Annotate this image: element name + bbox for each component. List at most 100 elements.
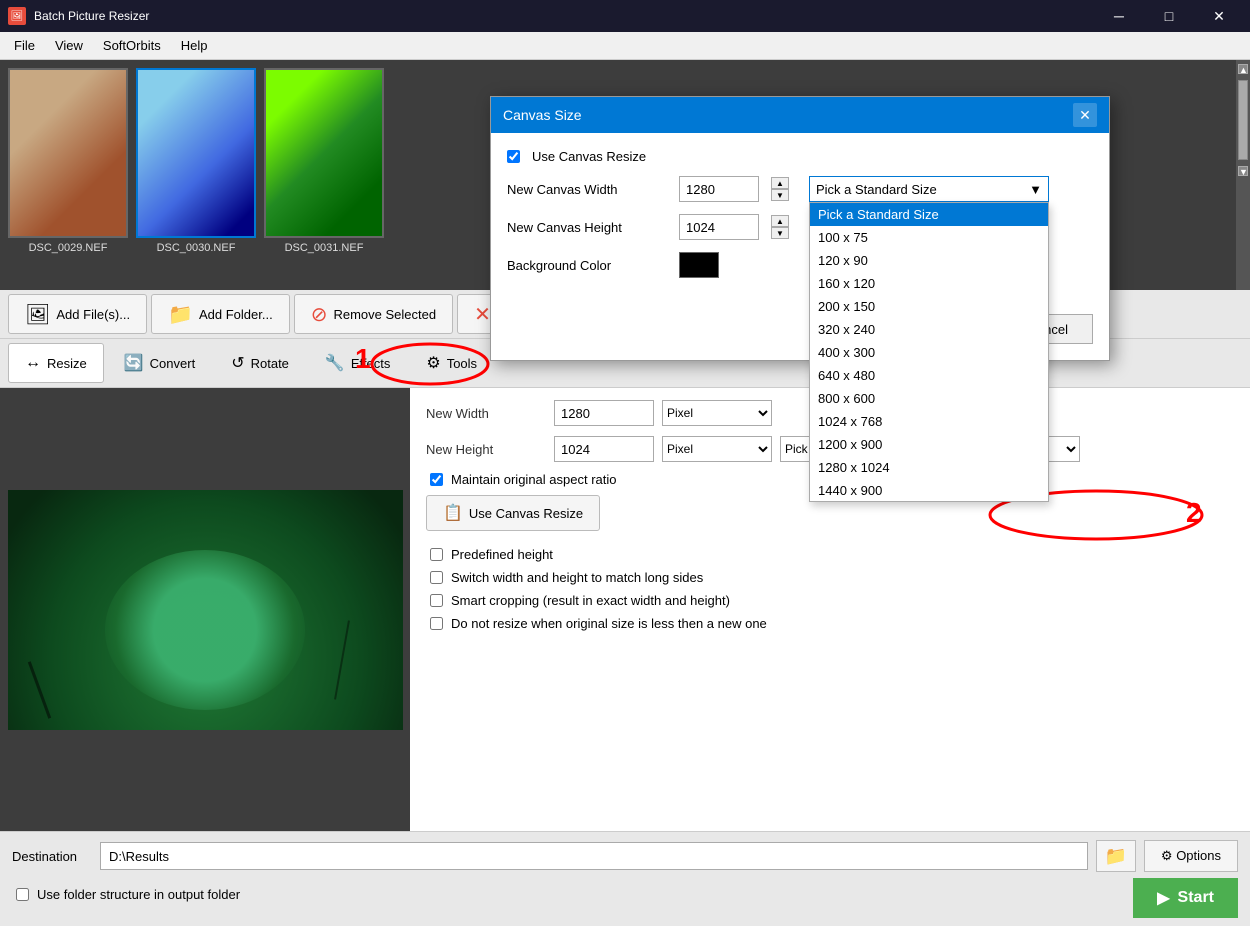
width-spinner: ▲ ▼	[771, 177, 789, 201]
dropdown-item-0[interactable]: Pick a Standard Size	[810, 203, 1048, 226]
close-button[interactable]: ✕	[1196, 0, 1242, 32]
dropdown-item-12[interactable]: 1440 x 900	[810, 479, 1048, 502]
no-resize-label: Do not resize when original size is less…	[451, 616, 767, 631]
width-up-button[interactable]: ▲	[771, 177, 789, 189]
canvas-icon: 📋	[443, 503, 463, 523]
menu-bar: File View SoftOrbits Help	[0, 32, 1250, 60]
thumb-0[interactable]: DSC_0029.NEF	[8, 68, 128, 254]
app-icon: 🖼	[8, 7, 26, 25]
dialog-use-canvas-row: Use Canvas Resize	[507, 149, 1093, 164]
dialog-width-label: New Canvas Width	[507, 182, 667, 197]
no-resize-checkbox[interactable]	[430, 617, 443, 630]
bottom-controls-row: Use folder structure in output folder ▶ …	[12, 878, 1238, 918]
options-button[interactable]: ⚙ Options	[1144, 840, 1238, 872]
scrollbar[interactable]: ▲ ▼	[1236, 60, 1250, 290]
add-folder-label: Add Folder...	[199, 307, 273, 322]
no-resize-row: Do not resize when original size is less…	[426, 616, 1234, 631]
tools-icon: ⚙	[426, 353, 440, 373]
dialog-width-input[interactable]	[679, 176, 759, 202]
thumb-1[interactable]: DSC_0030.NEF	[136, 68, 256, 254]
height-spinner: ▲ ▼	[771, 215, 789, 239]
folder-structure-row: Use folder structure in output folder	[12, 887, 240, 902]
bg-color-swatch[interactable]	[679, 252, 719, 278]
folder-icon: 📁	[168, 302, 193, 327]
chevron-down-icon: ▼	[1029, 182, 1042, 197]
predefined-height-label: Predefined height	[451, 547, 553, 562]
dropdown-item-9[interactable]: 1024 x 768	[810, 410, 1048, 433]
folder-structure-checkbox[interactable]	[16, 888, 29, 901]
menu-view[interactable]: View	[45, 34, 93, 57]
menu-file[interactable]: File	[4, 34, 45, 57]
dropdown-item-2[interactable]: 120 x 90	[810, 249, 1048, 272]
dropdown-item-4[interactable]: 200 x 150	[810, 295, 1048, 318]
maintain-aspect-label: Maintain original aspect ratio	[451, 472, 616, 487]
thumb-img-0	[8, 68, 128, 238]
dropdown-header[interactable]: Pick a Standard Size ▼	[809, 176, 1049, 202]
thumb-img-2	[264, 68, 384, 238]
maximize-button[interactable]: □	[1146, 0, 1192, 32]
start-button[interactable]: ▶ Start	[1133, 878, 1238, 918]
height-label: New Height	[426, 442, 546, 457]
dialog-use-canvas-checkbox[interactable]	[507, 150, 520, 163]
dialog-close-button[interactable]: ✕	[1073, 103, 1097, 127]
tab-rotate[interactable]: ↺ Rotate	[215, 343, 305, 383]
smart-crop-label: Smart cropping (result in exact width an…	[451, 593, 730, 608]
dropdown-list[interactable]: Pick a Standard Size 100 x 75 120 x 90 1…	[809, 202, 1049, 502]
dropdown-item-3[interactable]: 160 x 120	[810, 272, 1048, 295]
app-title: Batch Picture Resizer	[34, 9, 1088, 23]
thumb-label-1: DSC_0030.NEF	[157, 242, 236, 254]
dropdown-item-11[interactable]: 1280 x 1024	[810, 456, 1048, 479]
width-input[interactable]	[554, 400, 654, 426]
main-image	[8, 490, 403, 730]
tab-effects[interactable]: 🔧 Effects	[309, 343, 406, 383]
bottom-bar: Destination 📁 ⚙ Options Use folder struc…	[0, 831, 1250, 926]
dropdown-item-7[interactable]: 640 x 480	[810, 364, 1048, 387]
switch-row: Switch width and height to match long si…	[426, 570, 1234, 585]
thumb-2[interactable]: DSC_0031.NEF	[264, 68, 384, 254]
add-files-label: Add File(s)...	[56, 307, 130, 322]
height-up-button[interactable]: ▲	[771, 215, 789, 227]
add-files-button[interactable]: 🖼 Add File(s)...	[8, 294, 147, 334]
dropdown-item-6[interactable]: 400 x 300	[810, 341, 1048, 364]
height-unit-select[interactable]: Pixel Percent	[662, 436, 772, 462]
dropdown-item-5[interactable]: 320 x 240	[810, 318, 1048, 341]
smart-crop-row: Smart cropping (result in exact width an…	[426, 593, 1234, 608]
resize-icon: ↔	[25, 354, 41, 372]
thumb-label-0: DSC_0029.NEF	[29, 242, 108, 254]
effects-icon: 🔧	[325, 353, 345, 373]
tab-resize[interactable]: ↔ Resize	[8, 343, 104, 383]
destination-input[interactable]	[100, 842, 1088, 870]
width-down-button[interactable]: ▼	[771, 189, 789, 201]
remove-all-icon: ✕	[474, 302, 491, 327]
switch-label: Switch width and height to match long si…	[451, 570, 703, 585]
thumb-img-1	[136, 68, 256, 238]
use-canvas-resize-button[interactable]: 📋 Use Canvas Resize	[426, 495, 600, 531]
add-folder-button[interactable]: 📁 Add Folder...	[151, 294, 290, 334]
predefined-height-checkbox[interactable]	[430, 548, 443, 561]
maintain-aspect-checkbox[interactable]	[430, 473, 443, 486]
dialog-width-row: New Canvas Width ▲ ▼ Pick a Standard Siz…	[507, 176, 1093, 202]
dropdown-selected-label: Pick a Standard Size	[816, 182, 937, 197]
menu-help[interactable]: Help	[171, 34, 218, 57]
dialog-use-canvas-label: Use Canvas Resize	[532, 149, 646, 164]
width-unit-select[interactable]: Pixel Percent	[662, 400, 772, 426]
dialog-title: Canvas Size	[503, 107, 582, 123]
start-icon: ▶	[1157, 888, 1169, 908]
convert-icon: 🔄	[124, 353, 144, 373]
browse-button[interactable]: 📁	[1096, 840, 1136, 872]
height-input[interactable]	[554, 436, 654, 462]
switch-checkbox[interactable]	[430, 571, 443, 584]
dialog-height-input[interactable]	[679, 214, 759, 240]
menu-softorbits[interactable]: SoftOrbits	[93, 34, 171, 57]
height-down-button[interactable]: ▼	[771, 227, 789, 239]
dropdown-item-1[interactable]: 100 x 75	[810, 226, 1048, 249]
dropdown-item-8[interactable]: 800 x 600	[810, 387, 1048, 410]
dropdown-item-10[interactable]: 1200 x 900	[810, 433, 1048, 456]
minimize-button[interactable]: ─	[1096, 0, 1142, 32]
smart-crop-checkbox[interactable]	[430, 594, 443, 607]
remove-selected-label: Remove Selected	[333, 307, 436, 322]
remove-selected-button[interactable]: ⊘ Remove Selected	[294, 294, 453, 334]
tab-convert-label: Convert	[150, 356, 196, 371]
tab-convert[interactable]: 🔄 Convert	[108, 343, 211, 383]
tab-tools[interactable]: ⚙ Tools	[410, 343, 493, 383]
